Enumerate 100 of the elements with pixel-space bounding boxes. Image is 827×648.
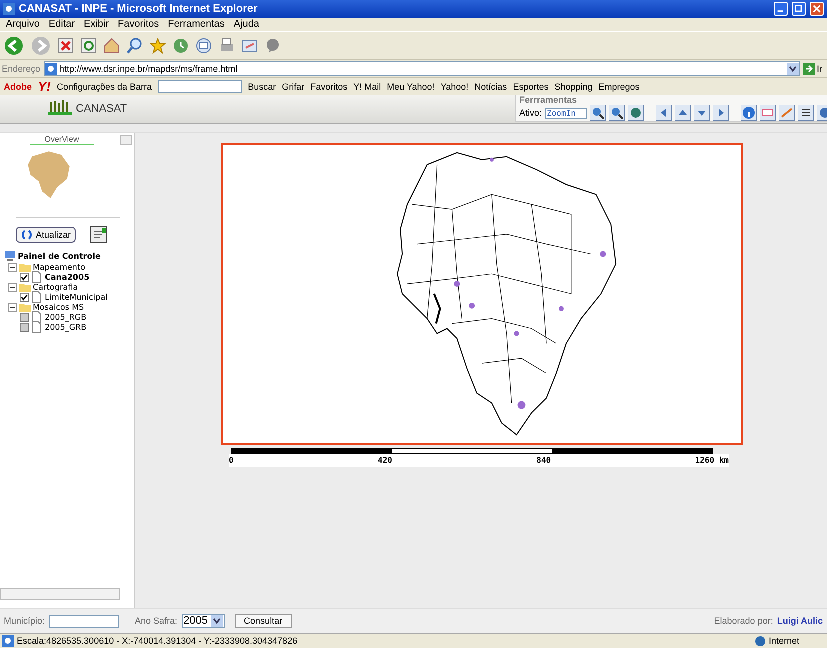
legend-icon[interactable] — [798, 105, 814, 121]
pan-down-icon[interactable] — [694, 105, 710, 121]
history-icon[interactable] — [173, 38, 189, 54]
scale-label: 420 — [378, 456, 392, 465]
harvest-year-label: Ano Safra: — [135, 616, 178, 626]
adobe-label[interactable]: Adobe — [4, 82, 32, 92]
info-icon[interactable] — [741, 105, 757, 121]
refresh-icon — [21, 229, 33, 241]
menu-item[interactable]: Favoritos — [118, 19, 160, 30]
security-zone: Internet — [755, 636, 825, 646]
pan-left-icon[interactable] — [656, 105, 672, 121]
tree-item[interactable]: Cartografia — [33, 282, 78, 292]
expand-toggle-icon[interactable] — [8, 302, 17, 312]
maximize-icon — [795, 5, 803, 13]
status-text: Escala:4826535.300610 - X:-740014.391304 - Y:-2333908.304347826 — [17, 636, 298, 646]
stop-icon[interactable] — [58, 38, 74, 54]
layer-item[interactable]: 2005_RGB — [45, 312, 87, 322]
expand-toggle-icon[interactable] — [8, 282, 17, 292]
zoom-out-icon[interactable] — [609, 105, 625, 121]
municipality-label: Município: — [4, 616, 46, 626]
toolbar-link[interactable]: Esportes — [513, 82, 549, 92]
search-field[interactable] — [158, 80, 242, 93]
zoom-in-icon[interactable] — [590, 105, 606, 121]
print-icon[interactable] — [219, 38, 235, 54]
scale-label: 1260 km — [695, 456, 729, 465]
scale-label: 0 — [229, 456, 234, 465]
notepad-icon[interactable] — [90, 226, 108, 244]
document-icon — [31, 311, 43, 323]
highlight-button[interactable]: Grifar — [282, 82, 305, 92]
refresh-icon[interactable] — [81, 38, 97, 54]
pan-up-icon[interactable] — [675, 105, 691, 121]
layer-item[interactable]: LimiteMunicipal — [45, 292, 108, 302]
go-button[interactable]: Ir — [803, 62, 825, 74]
pan-right-icon[interactable] — [713, 105, 729, 121]
credit-link[interactable]: Luigi Aulic — [777, 616, 823, 626]
document-icon — [31, 321, 43, 333]
page-icon — [2, 635, 14, 647]
messenger-icon[interactable] — [265, 38, 281, 54]
toolbar-link[interactable]: Meu Yahoo! — [387, 82, 435, 92]
toolbar-link[interactable]: Favoritos — [310, 82, 348, 92]
sugarcane-logo-icon — [48, 99, 72, 115]
tree-item[interactable]: Mapeamento — [33, 262, 86, 272]
document-icon — [31, 291, 43, 303]
arrow-icon — [803, 62, 815, 74]
window-title: CANASAT - INPE - Microsoft Internet Explorer — [19, 3, 258, 15]
checkbox[interactable] — [20, 322, 29, 332]
tree-root-label: Painel de Controle — [18, 252, 101, 260]
municipality-field[interactable] — [49, 614, 120, 628]
vertical-scrollbar[interactable] — [120, 135, 132, 145]
edit-icon[interactable] — [242, 38, 258, 54]
toolbar-link[interactable]: Notícias — [474, 82, 508, 92]
menu-item[interactable]: Ferramentas — [168, 19, 225, 30]
home-icon[interactable] — [104, 38, 120, 54]
star-icon[interactable] — [150, 38, 166, 54]
checkbox[interactable] — [20, 312, 29, 322]
computer-icon — [4, 250, 16, 262]
menu-item[interactable]: Ajuda — [234, 19, 260, 30]
page-icon — [44, 62, 57, 74]
menu-item[interactable]: Editar — [48, 19, 76, 30]
active-tool-field[interactable]: ZoomIn — [545, 108, 587, 118]
toolbar-link[interactable]: Shopping — [554, 82, 593, 92]
logo-text: CANASAT — [76, 103, 128, 115]
search-button[interactable]: Buscar — [248, 82, 276, 92]
folder-icon — [19, 261, 31, 273]
toolbar-settings[interactable]: Configurações da Barra — [57, 82, 152, 92]
credit-label: Elaborado por: — [714, 616, 774, 626]
browser-icon — [3, 3, 15, 15]
document-icon — [31, 271, 43, 283]
tree-item[interactable]: Mosaicos MS — [33, 302, 84, 312]
yahoo-logo[interactable]: Y! — [38, 79, 51, 94]
active-label: Ativo: — [519, 108, 542, 118]
address-field[interactable]: http://www.dsr.inpe.br/mapdsr/ms/frame.html — [44, 61, 800, 76]
toolbar-link[interactable]: Yahoo! — [440, 82, 469, 92]
harvest-year-select[interactable]: 2005 — [182, 614, 226, 628]
layer-item[interactable]: Cana2005 — [45, 272, 90, 282]
folder-icon — [19, 301, 31, 313]
back-icon[interactable] — [4, 36, 24, 56]
refresh-button[interactable]: Atualizar — [16, 227, 76, 243]
menu-item[interactable]: Exibir — [84, 19, 110, 30]
folder-icon — [19, 281, 31, 293]
minimize-button[interactable] — [774, 2, 788, 16]
maximize-button[interactable] — [792, 2, 806, 16]
horizontal-scrollbar[interactable] — [0, 588, 120, 600]
checkbox[interactable] — [20, 292, 29, 302]
layer-item[interactable]: 2005_GRB — [45, 322, 87, 332]
address-label: Endereço — [2, 64, 41, 74]
toolbar-link[interactable]: Empregos — [598, 82, 640, 92]
scale-label: 840 — [536, 456, 552, 465]
close-icon — [813, 5, 821, 13]
search-icon[interactable] — [127, 38, 143, 54]
tools-title: Ferrramentas — [519, 95, 578, 105]
toolbar-link[interactable]: Y! Mail — [354, 82, 382, 92]
menu-item[interactable]: Arquivo — [6, 19, 40, 30]
checkbox[interactable] — [20, 272, 29, 282]
dropdown-icon — [211, 615, 224, 627]
query-button[interactable]: Consultar — [235, 614, 292, 628]
expand-toggle-icon[interactable] — [8, 262, 17, 272]
dropdown-icon[interactable] — [787, 62, 799, 74]
overview-title: OverView — [30, 135, 94, 145]
close-button[interactable] — [810, 2, 824, 16]
